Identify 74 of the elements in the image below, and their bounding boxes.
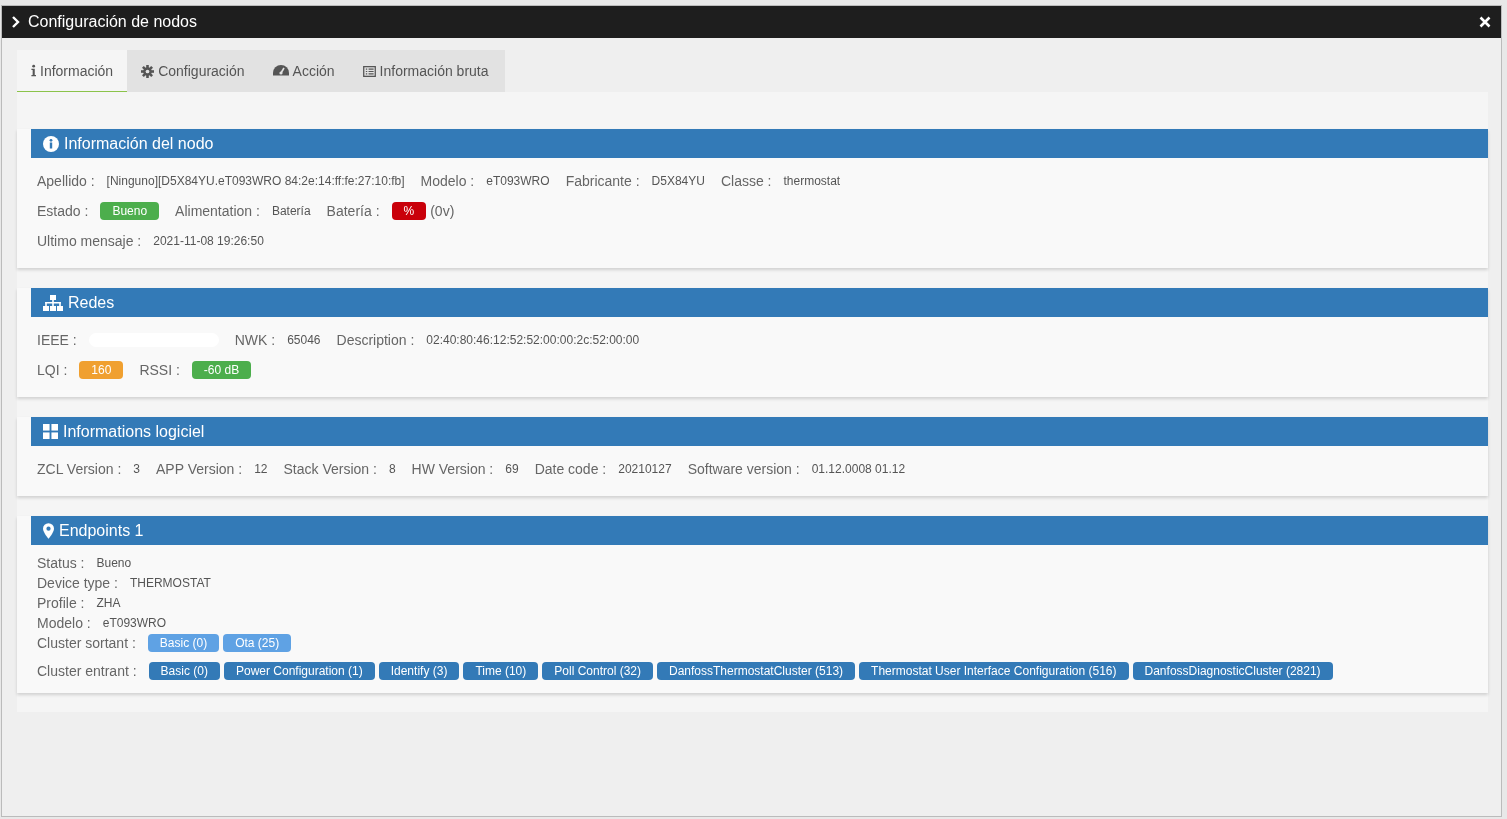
field-label: Apellido : xyxy=(37,173,95,189)
map-pin-icon xyxy=(43,522,54,539)
field-label: Fabricante : xyxy=(565,173,640,189)
field-label: NWK : xyxy=(234,332,276,348)
info-icon xyxy=(31,64,36,77)
field-value: Bueno xyxy=(96,556,132,570)
field-value: 2021-11-08 19:26:50 xyxy=(153,234,264,248)
cluster-tag: DanfossThermostatCluster (513) xyxy=(657,662,856,680)
field-label: Cluster entrant : xyxy=(37,663,137,679)
field-label: IEEE : xyxy=(37,332,77,348)
status-badge: % xyxy=(391,202,427,220)
field-value: Batería xyxy=(271,204,311,218)
field-label: Batería : xyxy=(326,203,380,219)
cluster-tag: Thermostat User Interface Configuration (516) xyxy=(859,662,1129,680)
field-label: Alimentation : xyxy=(175,203,260,219)
close-icon[interactable] xyxy=(1479,16,1491,28)
field-value: 12 xyxy=(254,462,268,476)
cluster-tag: Time (10) xyxy=(463,662,539,680)
field-label: RSSI : xyxy=(139,362,180,378)
field-label: Device type : xyxy=(37,575,118,591)
window-title: Configuración de nodos xyxy=(28,13,198,31)
gear-icon xyxy=(141,64,155,78)
field-label: Description : xyxy=(336,332,415,348)
field-value: 20210127 xyxy=(618,462,672,476)
field-value: 3 xyxy=(133,462,140,476)
panel-title: Informations logiciel xyxy=(63,422,205,441)
status-badge: Bueno xyxy=(100,202,160,220)
field-value: (0v) xyxy=(430,203,455,219)
field-value: thermostat xyxy=(783,174,841,188)
cluster-tag: Basic (0) xyxy=(147,634,220,652)
field-label: Stack Version : xyxy=(283,461,377,477)
field-value: THERMOSTAT xyxy=(129,576,211,590)
field-value: eT093WRO xyxy=(486,174,550,188)
field-label: Profile : xyxy=(37,595,85,611)
field-value: eT093WRO xyxy=(102,616,167,630)
panel-title: Información del nodo xyxy=(64,134,214,153)
tab[interactable]: Información xyxy=(17,50,128,92)
cluster-tag: DanfossDiagnosticCluster (2821) xyxy=(1132,662,1333,680)
field-label: ZCL Version : xyxy=(37,461,122,477)
grid-icon xyxy=(43,424,58,439)
field-value: [Ninguno][D5X84YU.eT093WRO 84:2e:14:ff:fe:27:10:fb] xyxy=(106,174,405,188)
info-icon xyxy=(43,135,59,152)
field-label: Date code : xyxy=(534,461,607,477)
field-value: D5X84YU xyxy=(651,174,705,188)
field-value: 69 xyxy=(505,462,519,476)
field-label: Modelo : xyxy=(420,173,475,189)
field-label: Ultimo mensaje : xyxy=(37,233,142,249)
chevron-icon xyxy=(12,16,20,28)
cluster-tag: Basic (0) xyxy=(148,662,220,680)
field-label: Estado : xyxy=(37,203,89,219)
cluster-tag: Power Configuration (1) xyxy=(223,662,375,680)
field-label: Modelo : xyxy=(37,615,91,631)
field-label: APP Version : xyxy=(156,461,243,477)
field-label: HW Version : xyxy=(411,461,494,477)
cluster-tag: Ota (25) xyxy=(223,634,292,652)
list-icon xyxy=(362,65,376,77)
field-label: Classe : xyxy=(720,173,772,189)
panel-title: Endpoints 1 xyxy=(59,521,144,540)
field-value: 65046 xyxy=(287,333,321,347)
field-value: 8 xyxy=(388,462,396,476)
field-value: 01.12.0008 01.12 xyxy=(811,462,906,476)
status-badge: 160 xyxy=(79,361,124,379)
gauge-icon xyxy=(272,65,289,77)
field-value: ZHA xyxy=(96,596,121,610)
field-label: Status : xyxy=(37,555,85,571)
cluster-tag: Identify (3) xyxy=(378,662,460,680)
network-icon xyxy=(43,294,63,311)
panel-title: Redes xyxy=(68,293,115,312)
field-label: Software version : xyxy=(687,461,800,477)
cluster-tag: Poll Control (32) xyxy=(542,662,653,680)
field-value: 02:40:80:46:12:52:52:00:00:2c:52:00:00 xyxy=(426,333,640,347)
field-label: Cluster sortant : xyxy=(37,635,136,651)
status-badge: -60 dB xyxy=(191,361,252,379)
field-label: LQI : xyxy=(37,362,68,378)
